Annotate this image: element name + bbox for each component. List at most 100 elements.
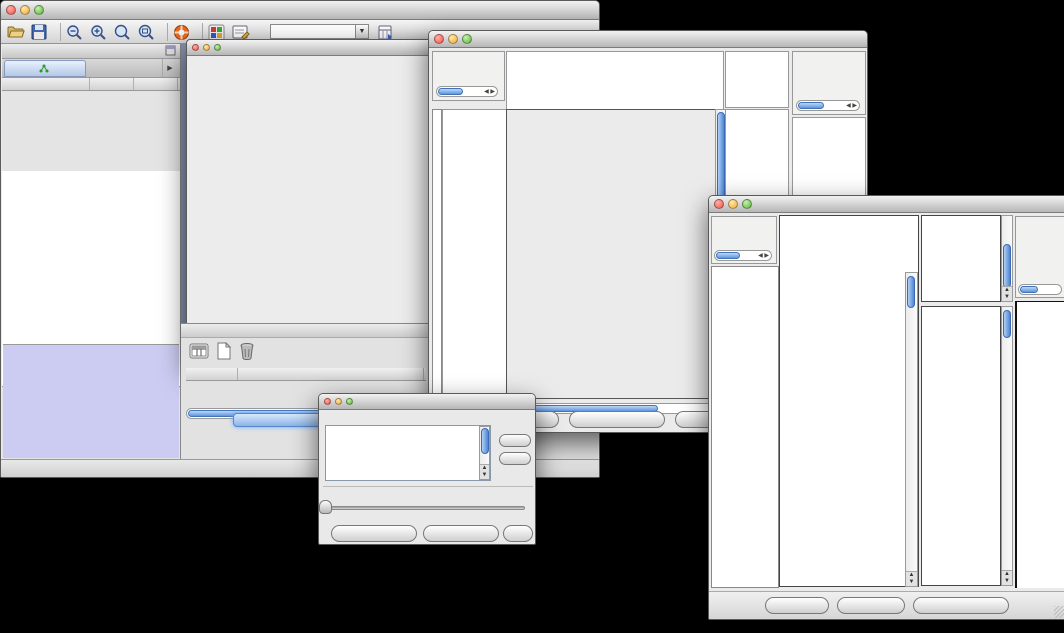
zoom-in-icon[interactable] xyxy=(90,24,108,40)
zoom-button[interactable] xyxy=(214,44,221,51)
tv2-usage-scrollbar[interactable] xyxy=(1018,284,1062,295)
data-col-id[interactable] xyxy=(186,368,238,380)
tv2-labels-scroll-arrows[interactable]: ▲▼ xyxy=(1002,286,1012,301)
move-down-button[interactable] xyxy=(499,452,531,465)
network-canvas[interactable] xyxy=(188,56,438,364)
tab-vizmapper[interactable] xyxy=(86,59,162,77)
annotation-icon[interactable] xyxy=(232,24,250,40)
tv1-usage-scrollbar[interactable]: ◀ ▶ xyxy=(796,100,860,111)
animate-vizmap-button[interactable] xyxy=(331,525,417,542)
tv2-row-dendrogram[interactable] xyxy=(711,266,779,588)
open-folder-icon[interactable] xyxy=(7,24,25,40)
tv1-usage-scroll-thumb[interactable] xyxy=(798,102,824,109)
col-edges[interactable] xyxy=(134,78,178,90)
select-attributes-icon[interactable] xyxy=(189,342,209,360)
tv1-column-dendrogram[interactable] xyxy=(506,51,724,110)
network-overview-panel[interactable] xyxy=(3,344,179,458)
tv2-heatmap-frame: ▲▼ xyxy=(779,215,919,587)
minimize-button[interactable] xyxy=(203,44,210,51)
tv1-status-scrollbar[interactable]: ◀ ▶ xyxy=(436,86,498,97)
tv2-zoom-scroll-thumb[interactable] xyxy=(1003,310,1011,338)
tv2-gene-list[interactable] xyxy=(1015,301,1064,588)
tab-network[interactable] xyxy=(4,60,86,77)
minimize-button[interactable] xyxy=(335,398,342,405)
scroll-arrows[interactable]: ◀ ▶ xyxy=(758,251,769,261)
col-network[interactable] xyxy=(2,78,90,90)
scroll-arrows[interactable]: ◀ ▶ xyxy=(846,101,857,111)
tv1-export-graphics-button[interactable] xyxy=(569,411,665,428)
tv2-usage-hints-panel xyxy=(1015,216,1064,298)
tv2-button-bar xyxy=(709,591,1064,619)
tv1-row-dendrogram[interactable] xyxy=(442,109,506,399)
overview-canvas[interactable] xyxy=(3,345,177,457)
search-dropdown-arrow[interactable]: ▼ xyxy=(356,24,369,39)
attribute-list-scrollbar[interactable]: ▲▼ xyxy=(479,426,490,480)
tv2-heatmap-vscrollbar[interactable]: ▲▼ xyxy=(905,272,918,587)
tab-overflow-arrow[interactable]: ▶ xyxy=(162,59,177,77)
tv1-heatmap-canvas[interactable] xyxy=(506,109,716,399)
control-panel: ▶ xyxy=(2,44,181,459)
col-nodes[interactable] xyxy=(90,78,134,90)
float-panel-icon[interactable] xyxy=(165,45,176,57)
attribute-scroll-thumb[interactable] xyxy=(481,428,489,454)
scroll-arrows[interactable]: ◀ ▶ xyxy=(484,87,495,97)
tv2-labels-scroll-thumb[interactable] xyxy=(1003,244,1011,288)
zoom-button[interactable] xyxy=(346,398,353,405)
save-icon[interactable] xyxy=(31,24,49,40)
zoom-out-icon[interactable] xyxy=(66,24,84,40)
tv2-status-scroll-thumb[interactable] xyxy=(716,252,740,259)
treeview2-titlebar[interactable] xyxy=(709,196,1064,213)
new-attribute-icon[interactable] xyxy=(215,342,233,360)
window-controls[interactable] xyxy=(6,5,44,15)
toolbar-separator xyxy=(60,23,61,41)
move-up-button[interactable] xyxy=(499,434,531,447)
dialog-titlebar[interactable] xyxy=(319,394,535,410)
delete-attribute-trash-icon[interactable] xyxy=(239,342,255,360)
minimize-button[interactable] xyxy=(20,5,30,15)
animation-slider-thumb[interactable] xyxy=(319,500,332,514)
help-lifesaver-icon[interactable] xyxy=(173,24,191,40)
tv2-zoom-scroll-arrows[interactable]: ▲▼ xyxy=(1002,570,1012,585)
minimize-button[interactable] xyxy=(728,199,738,209)
attribute-listbox[interactable]: ▲▼ xyxy=(325,425,491,481)
done-button[interactable] xyxy=(503,525,533,542)
close-button[interactable] xyxy=(714,199,724,209)
main-titlebar[interactable] xyxy=(1,1,599,20)
data-col-attr[interactable] xyxy=(238,368,424,380)
zoom-button[interactable] xyxy=(34,5,44,15)
tv2-save-data-button[interactable] xyxy=(837,597,905,614)
create-vizmap-button[interactable] xyxy=(423,525,499,542)
search-input[interactable] xyxy=(270,24,356,39)
tv2-zoom-vscrollbar[interactable]: ▲▼ xyxy=(1001,306,1013,586)
close-button[interactable] xyxy=(324,398,331,405)
zoom-button[interactable] xyxy=(742,199,752,209)
tv1-status-scroll-thumb[interactable] xyxy=(438,88,463,95)
close-button[interactable] xyxy=(192,44,199,51)
tv1-global-overview-strip[interactable] xyxy=(432,109,442,399)
tv2-vscroll-thumb[interactable] xyxy=(907,276,915,308)
close-button[interactable] xyxy=(6,5,16,15)
group-separator xyxy=(323,486,533,487)
zoom-fit-icon[interactable] xyxy=(114,24,132,40)
tv2-vscroll-arrows[interactable]: ▲▼ xyxy=(906,571,917,586)
tv2-export-graphics-button[interactable] xyxy=(913,597,1009,614)
import-table-icon[interactable] xyxy=(377,24,395,40)
minimize-button[interactable] xyxy=(448,34,458,44)
tv2-heatmap-canvas[interactable] xyxy=(780,272,905,587)
tv2-usage-scroll-thumb[interactable] xyxy=(1020,286,1038,293)
tv1-correlation-matrix[interactable] xyxy=(728,120,778,170)
resize-grip[interactable] xyxy=(1054,606,1064,618)
tv2-zoom-heatmap-canvas[interactable] xyxy=(921,306,1001,586)
zoom-selected-icon[interactable] xyxy=(138,24,156,40)
attribute-scroll-arrows[interactable]: ▲▼ xyxy=(480,464,489,479)
treeview1-titlebar[interactable] xyxy=(429,31,867,48)
control-panel-title xyxy=(6,45,165,57)
tv2-settings-button[interactable] xyxy=(765,597,829,614)
animation-slider-track[interactable] xyxy=(331,506,525,510)
close-button[interactable] xyxy=(434,34,444,44)
plugins-icon[interactable] xyxy=(208,24,226,40)
tv2-labels-scrollbar[interactable]: ▲▼ xyxy=(1001,215,1013,302)
zoom-button[interactable] xyxy=(462,34,472,44)
network-view-titlebar[interactable] xyxy=(187,40,440,56)
tv2-status-scrollbar[interactable]: ◀ ▶ xyxy=(714,250,772,261)
